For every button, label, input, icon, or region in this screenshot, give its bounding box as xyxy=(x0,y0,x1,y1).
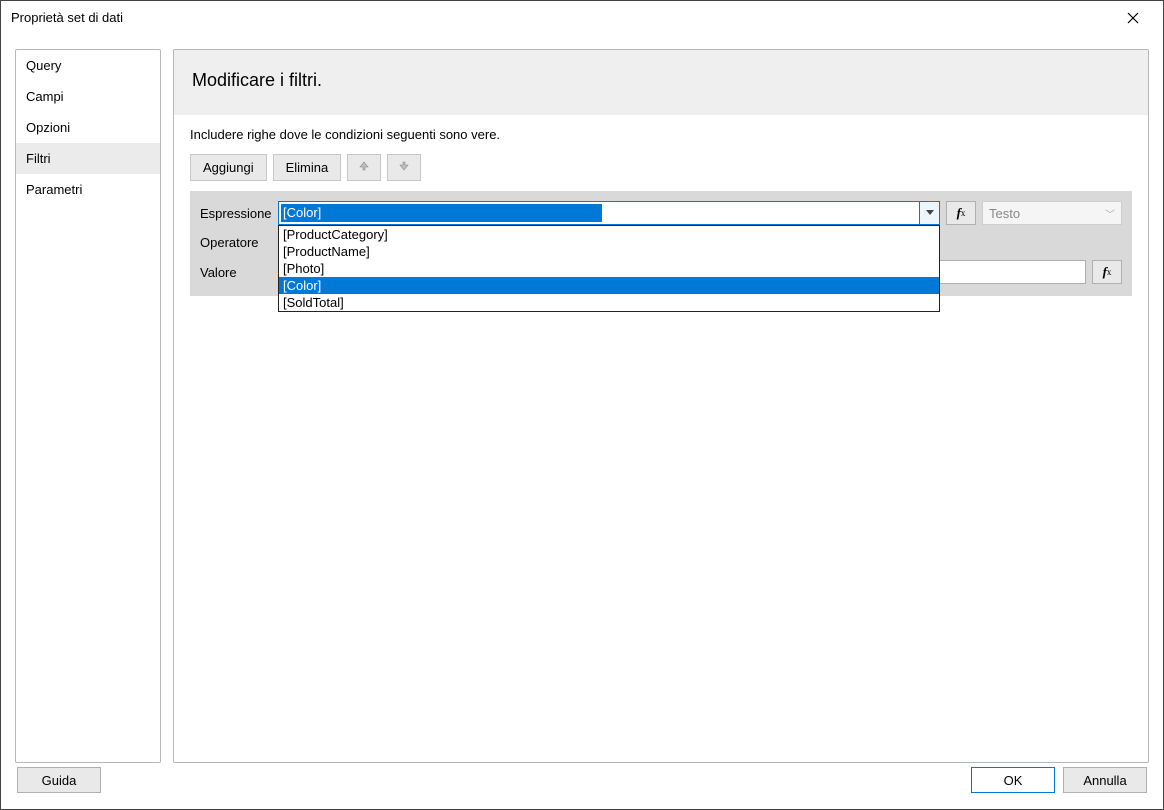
help-button[interactable]: Guida xyxy=(17,767,101,793)
instruction-text: Includere righe dove le condizioni segue… xyxy=(190,127,1132,142)
expression-label: Espressione xyxy=(200,206,278,221)
dialog-window: Proprietà set di dati Query Campi Opzion… xyxy=(0,0,1164,810)
expression-dropdown-list: [ProductCategory] [ProductName] [Photo] … xyxy=(278,225,940,312)
sidebar-item-opzioni[interactable]: Opzioni xyxy=(16,112,160,143)
titlebar: Proprietà set di dati xyxy=(1,1,1163,35)
expression-value: [Color] xyxy=(281,204,602,222)
sidebar-item-parametri[interactable]: Parametri xyxy=(16,174,160,205)
main-content: Includere righe dove le condizioni segue… xyxy=(174,115,1148,762)
dialog-body: Query Campi Opzioni Filtri Parametri Mod… xyxy=(1,35,1163,757)
toolbar: Aggiungi Elimina xyxy=(190,154,1132,181)
sidebar-item-campi[interactable]: Campi xyxy=(16,81,160,112)
dialog-title: Proprietà set di dati xyxy=(11,10,123,25)
sidebar: Query Campi Opzioni Filtri Parametri xyxy=(15,49,161,763)
expression-fx-button[interactable]: fx xyxy=(946,201,976,225)
ok-button[interactable]: OK xyxy=(971,767,1055,793)
close-button[interactable] xyxy=(1113,3,1153,33)
cancel-button[interactable]: Annulla xyxy=(1063,767,1147,793)
expression-combo[interactable]: [Color] [ProductCategory] [ProductName] … xyxy=(278,201,940,225)
move-down-button[interactable] xyxy=(387,154,421,181)
main-panel: Modificare i filtri. Includere righe dov… xyxy=(173,49,1149,763)
dropdown-option[interactable]: [ProductName] xyxy=(279,243,939,260)
page-title: Modificare i filtri. xyxy=(174,50,1148,115)
expression-row: Espressione [Color] [ProductCategory] [P… xyxy=(200,201,1122,225)
value-fx-button[interactable]: fx xyxy=(1092,260,1122,284)
type-value: Testo xyxy=(989,206,1020,221)
dropdown-option[interactable]: [SoldTotal] xyxy=(279,294,939,311)
arrow-down-icon xyxy=(398,160,410,172)
expression-dropdown-button[interactable] xyxy=(919,202,939,224)
chevron-down-icon xyxy=(926,210,934,216)
dropdown-option[interactable]: [Photo] xyxy=(279,260,939,277)
filter-panel: Espressione [Color] [ProductCategory] [P… xyxy=(190,191,1132,296)
sidebar-item-query[interactable]: Query xyxy=(16,50,160,81)
chevron-down-icon: ﹀ xyxy=(1105,206,1115,221)
type-combo[interactable]: Testo ﹀ xyxy=(982,201,1122,225)
dropdown-option[interactable]: [ProductCategory] xyxy=(279,226,939,243)
add-button[interactable]: Aggiungi xyxy=(190,154,267,181)
window-controls xyxy=(1113,3,1153,33)
move-up-button[interactable] xyxy=(347,154,381,181)
operator-label: Operatore xyxy=(200,235,278,250)
dialog-footer: Guida OK Annulla xyxy=(1,757,1163,809)
dropdown-option[interactable]: [Color] xyxy=(279,277,939,294)
arrow-up-icon xyxy=(358,160,370,172)
delete-button[interactable]: Elimina xyxy=(273,154,342,181)
close-icon xyxy=(1127,12,1139,24)
sidebar-item-filtri[interactable]: Filtri xyxy=(16,143,160,174)
value-label: Valore xyxy=(200,265,278,280)
